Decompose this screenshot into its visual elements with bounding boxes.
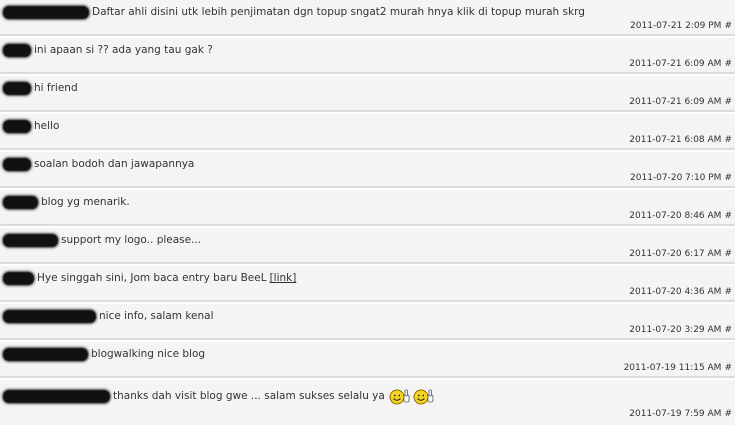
comment-row: ini apaan si ?? ada yang tau gak ? 2011-… <box>0 38 735 74</box>
comment-timestamp: 2011-07-20 8:46 AM <box>629 211 722 221</box>
comment-row: Daftar ahli disini utk lebih penjimatan … <box>0 0 735 36</box>
comment-line: hello <box>3 118 59 134</box>
comment-row: blogwalking nice blog 2011-07-19 11:15 A… <box>0 342 735 378</box>
comment-line: blogwalking nice blog <box>3 346 205 362</box>
comment-timestamp-line: 2011-07-21 6:08 AM # <box>629 135 732 145</box>
comment-timestamp-line: 2011-07-20 4:36 AM # <box>629 287 732 297</box>
comment-text: support my logo.. please... <box>61 234 202 246</box>
comment-timestamp-line: 2011-07-20 6:17 AM # <box>629 249 732 259</box>
comment-line: Hye singgah sini, Jom baca entry baru Be… <box>3 270 296 286</box>
permalink[interactable]: # <box>724 173 732 183</box>
comment-timestamp-line: 2011-07-21 6:09 AM # <box>629 97 732 107</box>
comment-timestamp: 2011-07-21 6:09 AM <box>629 59 722 69</box>
comment-link[interactable]: [link] <box>270 272 297 284</box>
redacted-username <box>3 195 38 209</box>
comment-text: Hye singgah sini, Jom baca entry baru Be… <box>37 272 267 284</box>
permalink[interactable]: # <box>724 325 732 335</box>
comment-row: soalan bodoh dan jawapannya 2011-07-20 7… <box>0 152 735 188</box>
comment-text: ini apaan si ?? ada yang tau gak ? <box>34 44 213 56</box>
smiley-thumbs-up-icon <box>389 389 410 405</box>
comment-row: blog yg menarik. 2011-07-20 8:46 AM # <box>0 190 735 226</box>
redacted-username <box>3 271 34 285</box>
smiley-thumbs-up-icon <box>413 389 434 405</box>
redacted-username <box>3 347 88 361</box>
comment-line: nice info, salam kenal <box>3 308 214 324</box>
comment-timestamp: 2011-07-21 6:08 AM <box>629 135 722 145</box>
comment-line: blog yg menarik. <box>3 194 130 210</box>
comment-row: hi friend 2011-07-21 6:09 AM # <box>0 76 735 112</box>
comment-timestamp-line: 2011-07-19 7:59 AM # <box>629 409 732 419</box>
redacted-username <box>3 389 110 403</box>
comment-line: ini apaan si ?? ada yang tau gak ? <box>3 42 213 58</box>
comment-timestamp-line: 2011-07-21 2:09 PM # <box>630 21 732 31</box>
comment-timestamp: 2011-07-20 6:17 AM <box>629 249 722 259</box>
comment-timestamp-line: 2011-07-20 8:46 AM # <box>629 211 732 221</box>
redacted-username <box>3 157 31 171</box>
comment-row: thanks dah visit blog gwe ... salam suks… <box>0 380 735 425</box>
comment-text: blog yg menarik. <box>41 196 130 208</box>
comment-timestamp-line: 2011-07-19 11:15 AM # <box>624 363 732 373</box>
comment-text: hello <box>34 120 60 132</box>
comment-timestamp: 2011-07-20 7:10 PM <box>630 173 722 183</box>
comment-timestamp-line: 2011-07-21 6:09 AM # <box>629 59 732 69</box>
permalink[interactable]: # <box>724 287 732 297</box>
permalink[interactable]: # <box>724 211 732 221</box>
permalink[interactable]: # <box>724 21 732 31</box>
comment-row: support my logo.. please... 2011-07-20 6… <box>0 228 735 264</box>
permalink[interactable]: # <box>724 135 732 145</box>
permalink[interactable]: # <box>724 363 732 373</box>
comment-text: blogwalking nice blog <box>91 348 206 360</box>
redacted-username <box>3 5 89 19</box>
comment-timestamp: 2011-07-20 3:29 AM <box>629 325 722 335</box>
comment-timestamp: 2011-07-19 11:15 AM <box>623 363 722 373</box>
comment-row: nice info, salam kenal 2011-07-20 3:29 A… <box>0 304 735 340</box>
permalink[interactable]: # <box>724 97 732 107</box>
redacted-username <box>3 309 96 323</box>
comment-timestamp: 2011-07-21 2:09 PM <box>630 21 722 31</box>
comment-timestamp-line: 2011-07-20 7:10 PM # <box>630 173 732 183</box>
comment-line: thanks dah visit blog gwe ... salam suks… <box>3 386 435 406</box>
comment-timestamp: 2011-07-21 6:09 AM <box>629 97 722 107</box>
comment-timestamp: 2011-07-20 4:36 AM <box>629 287 722 297</box>
comment-row: Hye singgah sini, Jom baca entry baru Be… <box>0 266 735 302</box>
redacted-username <box>3 233 58 247</box>
redacted-username <box>3 43 31 57</box>
permalink[interactable]: # <box>724 59 732 69</box>
comment-timestamp: 2011-07-19 7:59 AM <box>629 409 722 419</box>
comment-line: soalan bodoh dan jawapannya <box>3 156 194 172</box>
comment-text: nice info, salam kenal <box>99 310 214 322</box>
redacted-username <box>3 119 31 133</box>
comment-text: soalan bodoh dan jawapannya <box>34 158 195 170</box>
comment-timestamp-line: 2011-07-20 3:29 AM # <box>629 325 732 335</box>
comment-row: hello 2011-07-21 6:08 AM # <box>0 114 735 150</box>
shoutbox-comment-list: Daftar ahli disini utk lebih penjimatan … <box>0 0 735 425</box>
comment-line: Daftar ahli disini utk lebih penjimatan … <box>3 4 585 20</box>
comment-line: hi friend <box>3 80 78 96</box>
redacted-username <box>3 81 31 95</box>
comment-line: support my logo.. please... <box>3 232 201 248</box>
comment-text: thanks dah visit blog gwe ... salam suks… <box>113 390 385 402</box>
comment-text: hi friend <box>34 82 78 94</box>
permalink[interactable]: # <box>724 249 732 259</box>
permalink[interactable]: # <box>724 409 732 419</box>
comment-text: Daftar ahli disini utk lebih penjimatan … <box>92 6 585 18</box>
